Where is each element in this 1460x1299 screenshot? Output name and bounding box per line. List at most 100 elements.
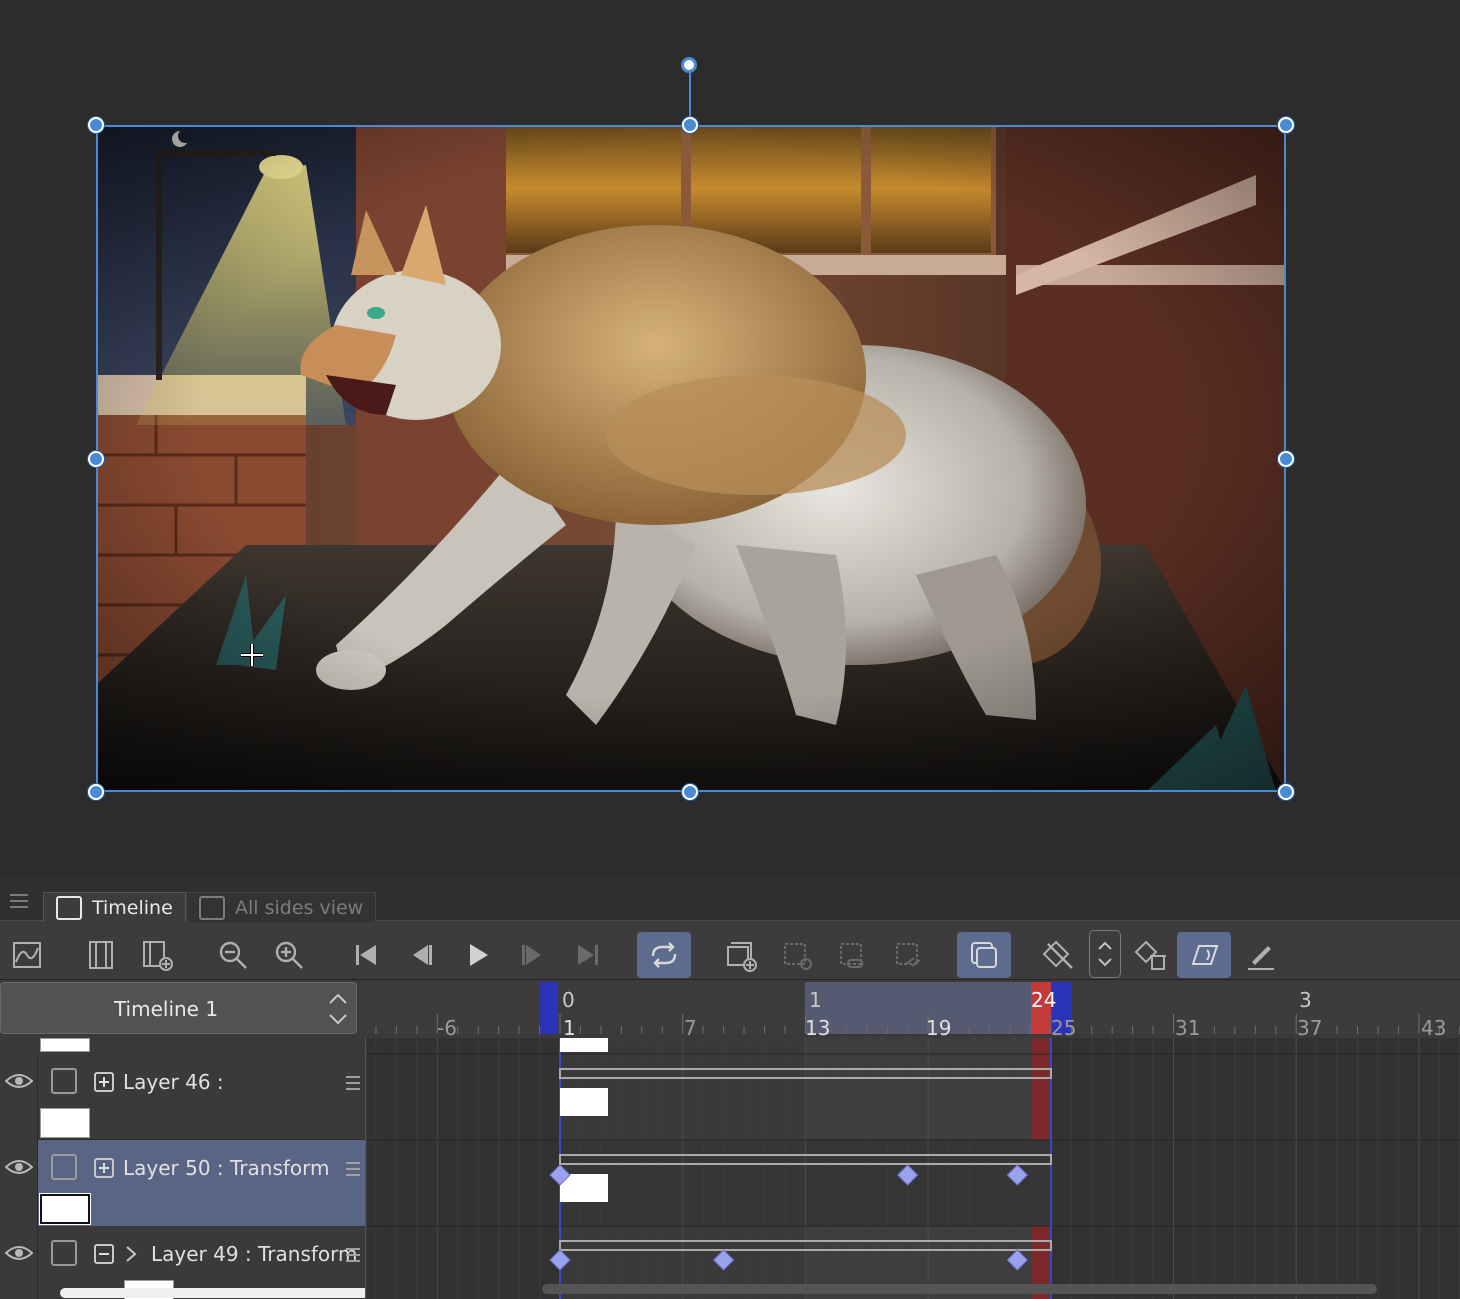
step-forward-icon xyxy=(522,945,541,965)
ruler-frame-label: 1 xyxy=(563,1016,576,1040)
first-frame-button[interactable] xyxy=(338,932,392,978)
ruler-frame-label: 43 xyxy=(1421,1016,1447,1040)
tab-all-sides-view[interactable]: All sides view xyxy=(186,892,377,922)
graph-icon xyxy=(13,942,41,968)
chevron-right-icon[interactable] xyxy=(124,1244,138,1264)
frame-track-area[interactable] xyxy=(367,1038,1460,1299)
play-icon xyxy=(470,944,488,966)
layer-thumbnail xyxy=(40,1194,90,1224)
new-animation-cel-button[interactable] xyxy=(713,932,767,978)
new-timeline-button[interactable] xyxy=(74,932,128,978)
handle-bottom-left[interactable] xyxy=(88,784,104,800)
layer-name: Layer 49 : Transform xyxy=(151,1242,358,1266)
ruler-frame-label: 25 xyxy=(1051,1016,1077,1040)
cel-assign-icon xyxy=(784,943,812,970)
camera-icon xyxy=(199,895,225,920)
assign-cel-button[interactable] xyxy=(770,932,824,978)
expand-toggle[interactable] xyxy=(94,1158,114,1178)
step-back-icon xyxy=(413,945,432,965)
timeline-icon xyxy=(56,895,82,920)
ruler-frame-label: 37 xyxy=(1297,1016,1323,1040)
handle-middle-left[interactable] xyxy=(88,451,104,467)
panel-tab-strip: Timeline All sides view xyxy=(0,878,1460,922)
panel-menu-icon[interactable] xyxy=(10,894,28,908)
ruler-second-3: 3 xyxy=(1299,988,1312,1012)
keyframe-stepper[interactable] xyxy=(1089,930,1121,978)
layer-menu-icon[interactable] xyxy=(346,1248,360,1266)
zoom-in-icon xyxy=(275,941,303,969)
visibility-toggle[interactable] xyxy=(0,1140,38,1226)
ruler-frame-label: 19 xyxy=(926,1016,952,1040)
loop-icon xyxy=(651,942,677,968)
play-button[interactable] xyxy=(450,932,504,978)
cel-add-icon xyxy=(727,942,757,972)
interpolation-button[interactable] xyxy=(1177,932,1231,978)
layer-row-46[interactable]: Layer 46 : xyxy=(0,1054,365,1140)
next-frame-button[interactable] xyxy=(506,932,560,978)
timeline-selector[interactable]: Timeline 1 xyxy=(0,982,357,1034)
expand-toggle[interactable] xyxy=(94,1072,114,1092)
handle-bottom-right[interactable] xyxy=(1278,784,1294,800)
rotate-handle[interactable] xyxy=(681,57,697,73)
zoom-in-button[interactable] xyxy=(262,932,316,978)
last-frame-button[interactable] xyxy=(562,932,616,978)
handle-top-left[interactable] xyxy=(88,117,104,133)
artwork-image[interactable] xyxy=(96,125,1286,792)
skip-back-icon xyxy=(356,945,376,965)
cel-unlink-icon xyxy=(896,943,921,967)
interpolation-icon xyxy=(1191,945,1219,965)
keyframe-icon xyxy=(1042,940,1073,969)
eye-icon xyxy=(4,1246,33,1260)
image-layer-icon xyxy=(51,1068,77,1094)
layer-list: Layer 46 : Layer 50 : Transform Layer 49… xyxy=(0,1038,366,1299)
ruler-frame-label: 13 xyxy=(805,1016,831,1040)
edit-keyframe-button[interactable] xyxy=(1234,932,1288,978)
zoom-out-button[interactable] xyxy=(206,932,260,978)
film-icon xyxy=(89,941,113,969)
visibility-toggle[interactable] xyxy=(0,1054,38,1140)
zoom-out-icon xyxy=(219,941,247,969)
tab-timeline-label: Timeline xyxy=(92,896,173,919)
ruler-frame-label: 7 xyxy=(684,1016,697,1040)
timeline-scrollbar[interactable] xyxy=(542,1284,1377,1294)
previous-frame-button[interactable] xyxy=(394,932,448,978)
playback-end-marker[interactable]: 24 xyxy=(1031,988,1056,1012)
ruler-second-1: 1 xyxy=(809,988,822,1012)
visibility-toggle[interactable] xyxy=(0,1226,38,1299)
handle-middle-right[interactable] xyxy=(1278,451,1294,467)
tab-all-sides-label: All sides view xyxy=(235,896,364,919)
keyframe-toggle-button[interactable] xyxy=(1032,932,1086,978)
skip-forward-icon xyxy=(578,945,598,965)
timeline-panel: Timeline All sides view Timeline 1 0 1 2… xyxy=(0,878,1460,1299)
layer-list-scrollbar[interactable] xyxy=(60,1288,365,1298)
layer-menu-icon[interactable] xyxy=(346,1162,360,1180)
ruler-frame-label: 31 xyxy=(1175,1016,1201,1040)
unlink-cel-button[interactable] xyxy=(882,932,936,978)
handle-top-center[interactable] xyxy=(682,117,698,133)
handle-bottom-center[interactable] xyxy=(682,784,698,800)
layer-thumbnail xyxy=(40,1108,90,1138)
frame-ruler[interactable]: 0 1 24 3 -6 1 7 13 19 25 31 37 43 xyxy=(367,982,1460,1040)
chevron-up-down-icon[interactable] xyxy=(326,989,350,1029)
cel-link-icon xyxy=(840,943,863,968)
tab-timeline[interactable]: Timeline xyxy=(43,892,186,922)
ruler-second-0: 0 xyxy=(562,988,575,1012)
canvas-area[interactable] xyxy=(0,0,1460,878)
handle-top-right[interactable] xyxy=(1278,117,1294,133)
chevron-up-down-icon xyxy=(1098,941,1112,967)
timeline-toolbar xyxy=(0,922,1460,980)
collapse-toggle[interactable] xyxy=(94,1244,114,1264)
film-add-icon xyxy=(143,941,173,971)
move-cursor-icon xyxy=(241,644,263,666)
loop-playback-button[interactable] xyxy=(637,932,691,978)
layer-menu-icon[interactable] xyxy=(346,1076,360,1094)
layer-row-50[interactable]: Layer 50 : Transform xyxy=(0,1140,365,1226)
ruler-frame-label: -6 xyxy=(437,1016,457,1040)
graph-editor-button[interactable] xyxy=(0,932,54,978)
add-animation-folder-button[interactable] xyxy=(130,932,184,978)
onion-skin-button[interactable] xyxy=(957,932,1011,978)
eye-icon xyxy=(4,1074,33,1088)
layer-name: Layer 46 : xyxy=(123,1070,224,1094)
delete-keyframe-button[interactable] xyxy=(1124,932,1178,978)
link-cel-button[interactable] xyxy=(826,932,880,978)
